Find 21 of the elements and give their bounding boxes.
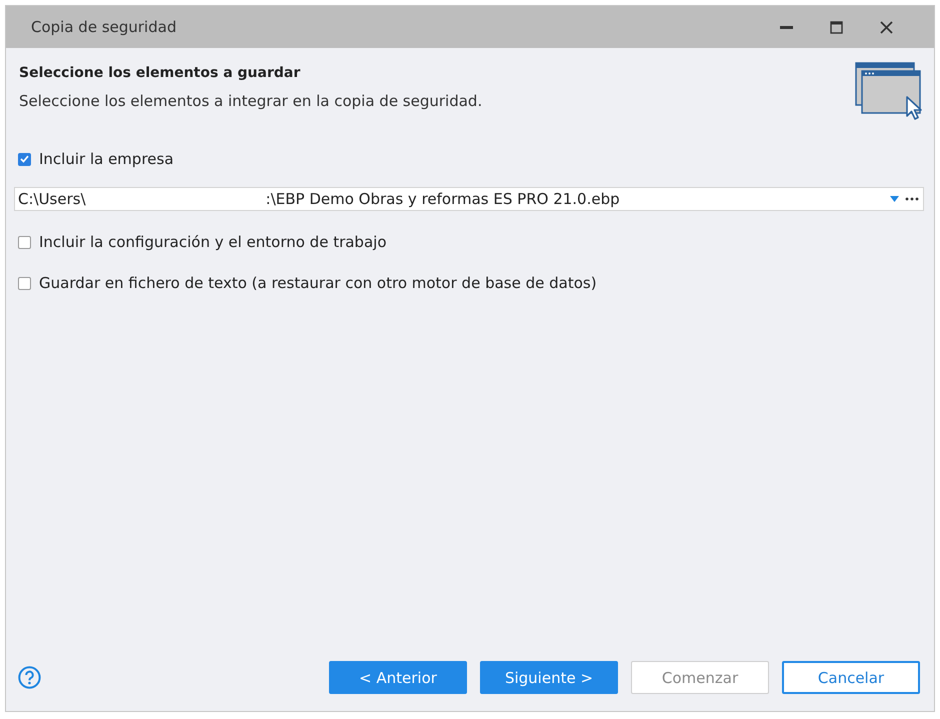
- close-icon: [880, 20, 892, 34]
- help-icon[interactable]: [18, 666, 41, 689]
- checkbox-label: Incluir la empresa: [39, 150, 174, 168]
- maximize-icon: [830, 20, 842, 34]
- path-text: C:\Users\: [18, 190, 86, 208]
- checkbox-label: Incluir la configuración y el entorno de trabajo: [39, 233, 386, 251]
- path-text: :\EBP Demo Obras y reformas ES PRO 21.0.ebp: [266, 190, 620, 208]
- checkmark-icon: [20, 155, 29, 163]
- step-title: Seleccione los elementos a guardar: [19, 64, 302, 82]
- checkbox[interactable]: [18, 276, 31, 290]
- checkbox[interactable]: [18, 236, 31, 248]
- file-path-field[interactable]: C:\Users\ :\EBP Demo Obras y reformas ES PRO 21.0.ebp: [14, 187, 924, 211]
- cancel-button[interactable]: Cancelar: [782, 661, 920, 694]
- more-icon[interactable]: [905, 197, 919, 201]
- step-description: Seleccione los elementos a integrar en la copia de seguridad.: [19, 92, 482, 110]
- next-button[interactable]: Siguiente >: [480, 661, 618, 694]
- checkbox[interactable]: [18, 152, 31, 166]
- previous-button[interactable]: < Anterior: [329, 661, 467, 694]
- checkbox-label: Guardar en fichero de texto (a restaurar con otro motor de base de datos): [39, 274, 597, 292]
- caret-icon[interactable]: [890, 196, 899, 202]
- window-title: Copia de seguridad: [31, 18, 178, 36]
